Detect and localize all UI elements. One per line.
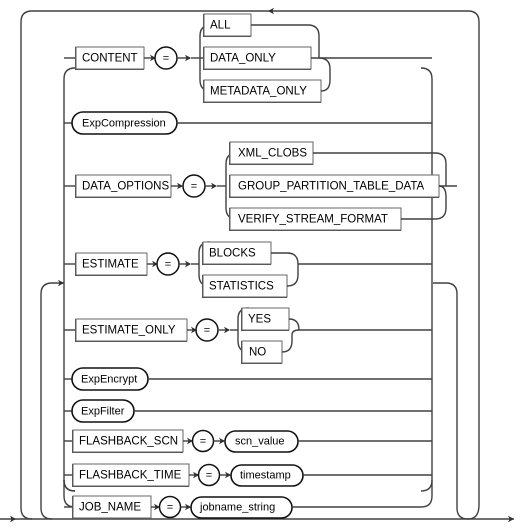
choice-data-options-verify-stream: VERIFY_STREAM_FORMAT [238,214,388,226]
row-content: CONTENT = ALL DATA_ONLY METADATA_ONLY [64,13,432,103]
keyword-content: CONTENT [82,53,138,65]
keyword-data-options: DATA_OPTIONS [82,181,169,193]
choice-content-data-only: DATA_ONLY [210,53,276,65]
row-expfilter: ExpFilter [64,399,432,423]
branch-spine-right [420,67,433,492]
row-data-options: DATA_OPTIONS = XML_CLOBS GROUP_PARTITION… [64,141,457,231]
syntax-diagram-canvas: CONTENT = ALL DATA_ONLY METADATA_ONLY Ex… [0,0,520,532]
equals-flashback-scn: = [200,435,206,447]
choice-estimate-statistics: STATISTICS [209,281,274,293]
choice-content-all: ALL [210,20,231,32]
equals-job-name: = [167,501,173,513]
value-jobname-string: jobname_string [199,501,275,513]
choice-content-metadata-only: METADATA_ONLY [210,86,307,98]
choice-estimate-blocks: BLOCKS [209,248,256,260]
equals-estimate-only: = [204,324,210,336]
keyword-flashback-time: FLASHBACK_TIME [79,470,182,482]
keyword-job-name: JOB_NAME [79,502,141,514]
nonterminal-expencrypt: ExpEncrypt [81,373,137,385]
keyword-estimate-only: ESTIMATE_ONLY [82,325,176,337]
equals-data-options: = [191,180,197,192]
equals-content: = [163,52,169,64]
choice-data-options-xml-clobs: XML_CLOBS [238,148,307,160]
nonterminal-expfilter: ExpFilter [81,405,125,417]
row-expcompression: ExpCompression [64,111,432,135]
keyword-flashback-scn: FLASHBACK_SCN [79,436,178,448]
row-estimate-only: ESTIMATE_ONLY = YES NO [64,307,432,364]
equals-flashback-time: = [206,469,212,481]
keyword-estimate: ESTIMATE [82,259,139,271]
choice-estimate-only-no: NO [249,347,266,359]
row-flashback-time: FLASHBACK_TIME = timestamp [64,463,432,487]
equals-estimate: = [165,258,171,270]
branch-spine-left [63,67,76,492]
row-expencrypt: ExpEncrypt [64,367,432,391]
nonterminal-expcompression: ExpCompression [82,117,166,129]
choice-estimate-only-yes: YES [248,314,271,326]
row-flashback-scn: FLASHBACK_SCN = scn_value [64,429,432,453]
value-timestamp: timestamp [240,469,291,481]
railroad-diagram-svg: CONTENT = ALL DATA_ONLY METADATA_ONLY Ex… [0,7,514,523]
row-estimate: ESTIMATE = BLOCKS STATISTICS [64,241,432,298]
value-scn-value: scn_value [235,435,285,447]
choice-data-options-group-partition: GROUP_PARTITION_TABLE_DATA [238,181,425,193]
